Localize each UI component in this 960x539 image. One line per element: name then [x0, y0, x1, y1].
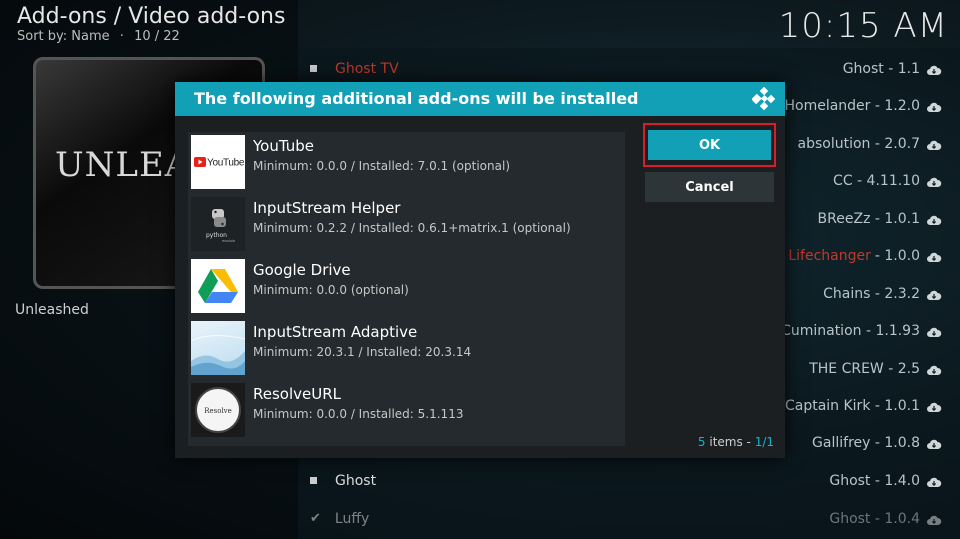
dialog-title: The following additional add-ons will be…: [194, 89, 639, 108]
ok-button-highlight: OK: [643, 123, 776, 167]
sort-info: Sort by: Name · 10 / 22: [17, 29, 180, 44]
list-item-prefix: Lifechanger: [788, 247, 871, 264]
list-item-label: Chains - 2.3.2: [823, 285, 920, 302]
addon-name: Google Drive: [253, 261, 351, 279]
addon-version: Minimum: 0.2.2 / Installed: 0.6.1+matrix…: [253, 221, 571, 235]
install-dialog: The following additional add-ons will be…: [175, 82, 785, 458]
item-position: 10 / 22: [134, 29, 180, 44]
clock: 10:15 AM: [778, 6, 948, 46]
addon-version: Minimum: 0.0.0 / Installed: 7.0.1 (optio…: [253, 159, 510, 173]
cloud-download-icon: [926, 401, 942, 412]
list-item[interactable]: YouTube YouTube Minimum: 0.0.0 / Install…: [188, 132, 625, 194]
ok-button[interactable]: OK: [648, 130, 771, 160]
list-item[interactable]: Chains - 2.3.2: [823, 275, 942, 312]
list-item-label: - 1.0.0: [874, 247, 920, 264]
cloud-download-icon: [926, 214, 942, 225]
list-item[interactable]: Homelander - 1.2.0: [784, 87, 942, 124]
wave-icon: [191, 321, 245, 375]
list-item[interactable]: InputStream Adaptive Minimum: 20.3.1 / I…: [188, 318, 625, 380]
list-item[interactable]: Captain Kirk - 1.0.1: [785, 387, 942, 424]
cloud-download-icon: [926, 101, 942, 112]
count-items: 5: [697, 435, 706, 449]
youtube-icon: YouTube: [191, 135, 245, 189]
list-item-label: Ghost - 1.4.0: [829, 472, 920, 489]
addon-version: Minimum: 20.3.1 / Installed: 20.3.14: [253, 345, 472, 359]
list-item-label: Ghost: [335, 472, 377, 489]
bullet-icon: [310, 477, 317, 484]
svg-text:Resolve: Resolve: [204, 407, 232, 415]
addon-name: ResolveURL: [253, 385, 342, 403]
sort-label[interactable]: Sort by: Name: [17, 29, 110, 44]
addon-version: Minimum: 0.0.0 / Installed: 5.1.113: [253, 407, 464, 421]
count-items-suffix: items -: [705, 435, 755, 449]
svg-text:YouTube: YouTube: [207, 158, 245, 169]
cloud-download-icon: [926, 476, 942, 487]
list-item-label: Cumination - 1.1.93: [781, 322, 920, 339]
check-icon: ✔: [310, 511, 321, 526]
page-title: Add-ons / Video add-ons: [17, 4, 286, 29]
list-item-label: Homelander - 1.2.0: [784, 97, 920, 114]
cloud-download-icon: [926, 438, 942, 449]
addon-name: InputStream Helper: [253, 199, 401, 217]
list-item[interactable]: CC - 4.11.10: [833, 162, 942, 199]
addon-name: InputStream Adaptive: [253, 323, 418, 341]
python-icon: python module: [191, 197, 245, 251]
list-item[interactable]: Google Drive Minimum: 0.0.0 (optional): [188, 256, 625, 318]
cloud-download-icon: [926, 514, 942, 525]
cloud-download-icon: [926, 364, 942, 375]
list-item[interactable]: Ghost - 1.4.0: [829, 462, 942, 499]
list-item[interactable]: absolution - 2.0.7: [798, 125, 942, 162]
cloud-download-icon: [926, 326, 942, 337]
google-drive-icon: [191, 259, 245, 313]
list-item[interactable]: BReeZz - 1.0.1: [818, 200, 942, 237]
addon-dependency-list: YouTube YouTube Minimum: 0.0.0 / Install…: [188, 132, 625, 446]
list-item-label: CC - 4.11.10: [833, 172, 920, 189]
bullet-icon: [310, 65, 317, 72]
list-item[interactable]: Ghost: [310, 462, 376, 499]
cloud-download-icon: [926, 139, 942, 150]
svg-text:python: python: [206, 232, 227, 239]
separator: ·: [119, 29, 124, 44]
list-item-label: Ghost TV: [335, 60, 399, 77]
list-item[interactable]: Cumination - 1.1.93: [781, 312, 942, 349]
cloud-download-icon: [926, 251, 942, 262]
list-item[interactable]: python module InputStream Helper Minimum…: [188, 194, 625, 256]
dialog-header: The following additional add-ons will be…: [175, 82, 785, 116]
list-item[interactable]: ✔ Luffy: [310, 500, 369, 537]
list-item[interactable]: Gallifrey - 1.0.8: [812, 424, 942, 461]
list-item[interactable]: Ghost - 1.0.4: [829, 500, 942, 537]
list-item-label: Ghost - 1.0.4: [829, 510, 920, 527]
list-item-label: Ghost - 1.1: [842, 60, 920, 77]
resolveurl-icon: Resolve: [191, 383, 245, 437]
count-page: 1/1: [754, 435, 774, 449]
cloud-download-icon: [926, 289, 942, 300]
item-count: 5 items - 1/1: [698, 435, 774, 449]
list-item[interactable]: Ghost - 1.1: [843, 50, 942, 87]
cloud-download-icon: [926, 64, 942, 75]
list-item[interactable]: Lifechanger - 1.0.0: [788, 237, 942, 274]
list-item-label: Captain Kirk - 1.0.1: [784, 397, 920, 414]
list-item-label: THE CREW - 2.5: [809, 360, 920, 377]
svg-text:module: module: [222, 239, 235, 243]
list-item-label: BReeZz - 1.0.1: [817, 210, 920, 227]
addon-version: Minimum: 0.0.0 (optional): [253, 283, 409, 297]
cloud-download-icon: [926, 176, 942, 187]
list-item-label: Luffy: [334, 510, 370, 527]
cancel-button[interactable]: Cancel: [645, 172, 774, 202]
kodi-logo-icon: [751, 86, 776, 115]
list-item-label: absolution - 2.0.7: [797, 135, 920, 152]
poster-label: Unleashed: [15, 302, 89, 318]
list-item[interactable]: THE CREW - 2.5: [809, 350, 942, 387]
list-item[interactable]: Resolve ResolveURL Minimum: 0.0.0 / Inst…: [188, 380, 625, 442]
addon-name: YouTube: [253, 137, 314, 155]
list-item-label: Gallifrey - 1.0.8: [812, 434, 920, 451]
